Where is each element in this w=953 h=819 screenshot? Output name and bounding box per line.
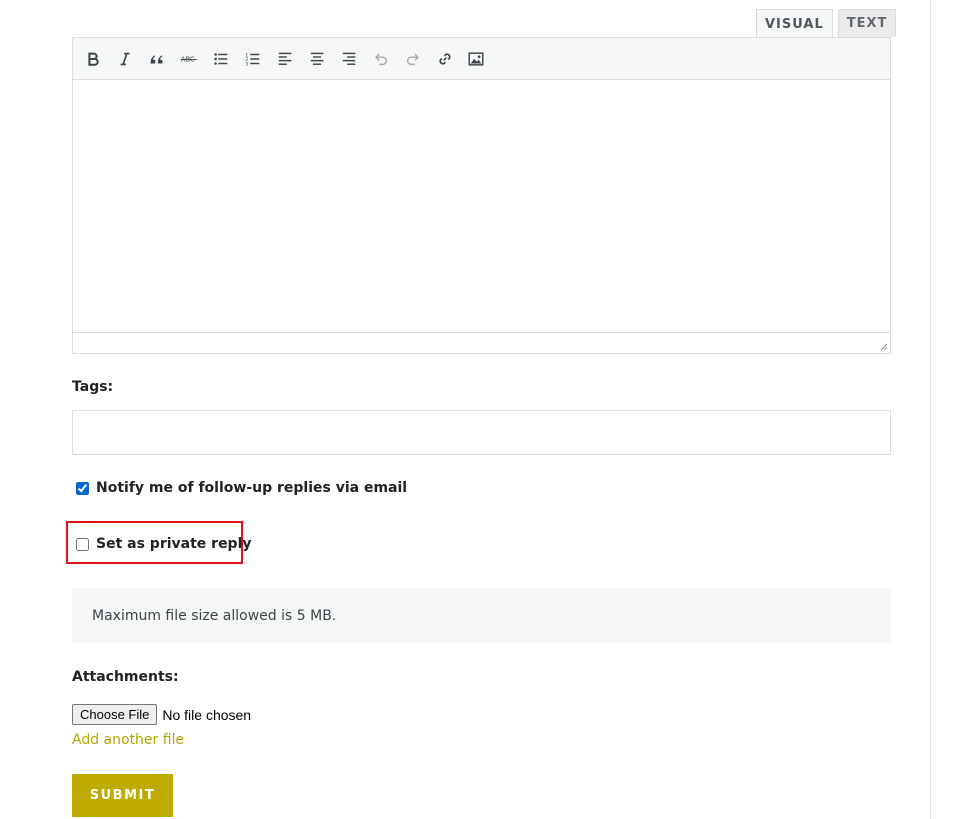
align-left-icon [278,52,292,65]
resize-handle-icon[interactable] [878,341,888,351]
align-left-button[interactable] [274,48,296,70]
strikethrough-button[interactable]: ABC [178,48,200,70]
editor-content-area[interactable] [73,80,890,333]
italic-button[interactable] [114,48,136,70]
bullet-list-button[interactable] [210,48,232,70]
editor-tabs: VISUAL TEXT [756,9,897,39]
redo-button[interactable] [402,48,424,70]
page-right-border [930,0,931,819]
blockquote-icon [150,55,163,64]
tab-text[interactable]: TEXT [837,9,897,37]
link-icon [439,53,451,65]
align-right-button[interactable] [338,48,360,70]
undo-button[interactable] [370,48,392,70]
file-status: No file chosen [162,706,252,723]
tags-label: Tags: [72,379,114,395]
bold-icon [88,52,99,66]
add-another-file-link[interactable]: Add another file [72,732,184,748]
undo-icon [375,53,388,66]
redo-icon [406,53,419,66]
notify-checkbox[interactable] [76,481,89,495]
bullet-list-icon [214,53,228,65]
attachments-label: Attachments: [72,669,179,685]
file-size-notice-text: Maximum file size allowed is 5 MB. [92,607,337,624]
align-right-icon [342,52,356,65]
bold-button[interactable] [82,48,104,70]
file-size-notice: Maximum file size allowed is 5 MB. [72,588,891,643]
choose-file-button[interactable]: Choose File [72,704,158,725]
reply-editor: ABC 123 [72,37,891,354]
align-center-icon [310,52,324,65]
notify-label[interactable]: Notify me of follow-up replies via email [96,480,407,496]
tags-input[interactable] [72,410,891,455]
submit-button[interactable]: SUBMIT [72,774,173,817]
file-input: Choose File No file chosen [72,704,251,725]
private-reply-label[interactable]: Set as private reply [96,536,252,552]
italic-icon [120,52,130,66]
align-center-button[interactable] [306,48,328,70]
image-button[interactable] [465,48,487,70]
private-reply-checkbox[interactable] [76,537,89,551]
private-reply-option: Set as private reply [76,536,252,552]
notify-option: Notify me of follow-up replies via email [76,480,407,496]
image-icon [468,52,484,66]
editor-toolbar: ABC 123 [73,38,890,80]
editor-statusbar [73,332,890,353]
strikethrough-icon: ABC [181,56,198,64]
blockquote-button[interactable] [146,48,168,70]
numbered-list-icon: 123 [245,52,260,67]
svg-text:3: 3 [245,61,248,67]
link-button[interactable] [434,48,456,70]
tab-visual[interactable]: VISUAL [756,9,833,39]
numbered-list-button[interactable]: 123 [242,48,264,70]
